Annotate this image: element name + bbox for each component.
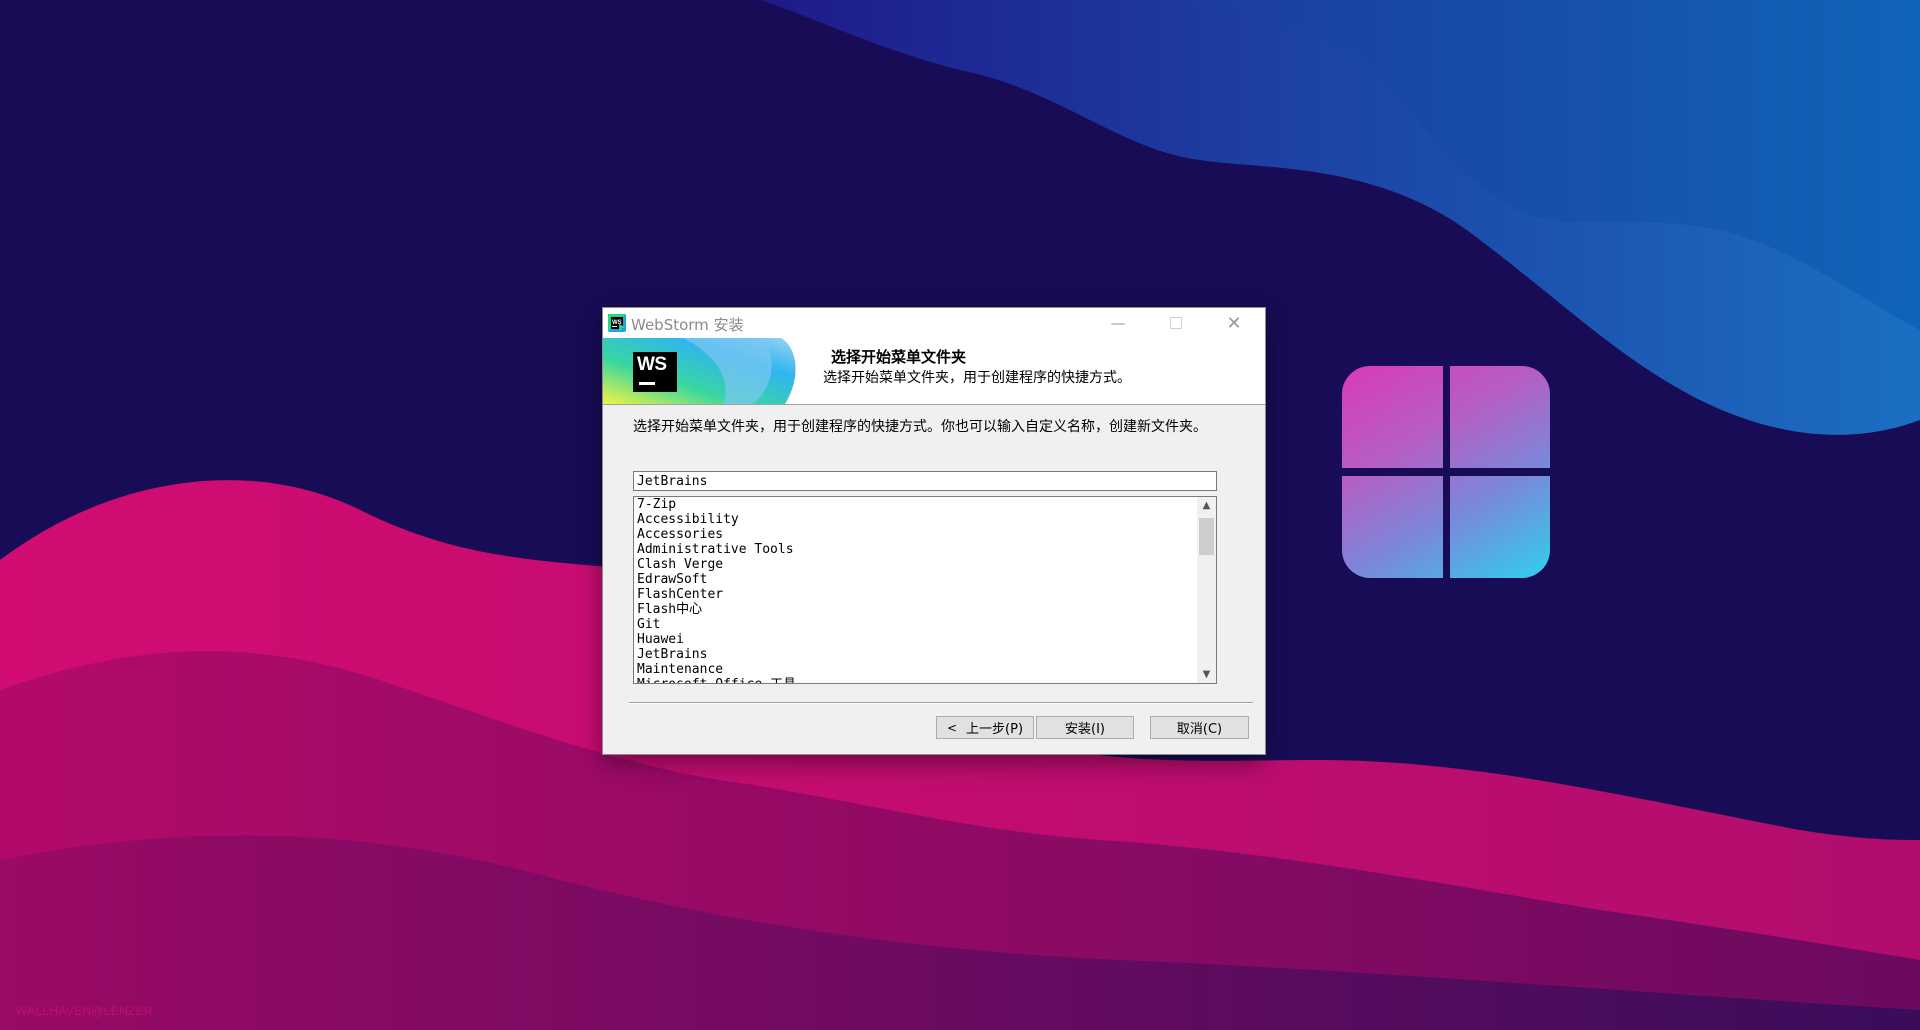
- folder-list-item[interactable]: Microsoft Office 工具: [637, 677, 1196, 683]
- scroll-down-button[interactable]: ▼: [1197, 666, 1216, 683]
- window-title: WebStorm 安装: [631, 316, 744, 334]
- chevron-down-icon: ▼: [1202, 669, 1211, 680]
- wizard-content: 选择开始菜单文件夹，用于创建程序的快捷方式。你也可以输入自定义名称，创建新文件夹…: [603, 404, 1265, 754]
- installer-window: WS WebStorm 安装 — ✕ WS 选择开始菜单文件夹 选择开始菜单文件…: [603, 308, 1265, 754]
- close-icon: ✕: [1226, 312, 1242, 334]
- cancel-button[interactable]: 取消(C): [1150, 716, 1249, 739]
- instruction-text: 选择开始菜单文件夹，用于创建程序的快捷方式。你也可以输入自定义名称，创建新文件夹…: [633, 419, 1207, 435]
- folder-list-item[interactable]: Clash Verge: [637, 557, 1196, 572]
- minimize-button[interactable]: —: [1089, 308, 1147, 338]
- folder-list-item[interactable]: Accessories: [637, 527, 1196, 542]
- install-button-label: 安装(I): [1065, 722, 1105, 737]
- chevron-left-icon: <: [946, 720, 958, 735]
- page-subtitle: 选择开始菜单文件夹，用于创建程序的快捷方式。: [823, 370, 1131, 386]
- start-menu-folder-list[interactable]: 7-Zip Accessibility Accessories Administrat…: [633, 496, 1217, 684]
- scroll-up-button[interactable]: ▲: [1197, 497, 1216, 514]
- title-bar[interactable]: WS WebStorm 安装 — ✕: [603, 308, 1265, 338]
- wallpaper-watermark: WALLHAVEN@LENZER: [16, 1004, 154, 1018]
- start-menu-folder-input[interactable]: [633, 471, 1217, 491]
- folder-list-item[interactable]: Maintenance: [637, 662, 1196, 677]
- folder-list-item[interactable]: Administrative Tools: [637, 542, 1196, 557]
- folder-list-item[interactable]: EdrawSoft: [637, 572, 1196, 587]
- scroll-thumb[interactable]: [1199, 518, 1214, 555]
- folder-list-item[interactable]: 7-Zip: [637, 497, 1196, 512]
- webstorm-logo: WS: [633, 352, 677, 392]
- minimize-icon: —: [1110, 314, 1126, 332]
- back-button[interactable]: < 上一步(P): [936, 716, 1034, 739]
- list-scrollbar[interactable]: ▲ ▼: [1197, 497, 1216, 683]
- webstorm-icon: WS: [608, 314, 626, 332]
- install-button[interactable]: 安装(I): [1036, 716, 1134, 739]
- maximize-button[interactable]: [1147, 308, 1205, 338]
- cancel-button-label: 取消(C): [1176, 722, 1223, 737]
- close-button[interactable]: ✕: [1205, 308, 1263, 338]
- folder-list-item[interactable]: Accessibility: [637, 512, 1196, 527]
- folder-list-item[interactable]: Huawei: [637, 632, 1196, 647]
- folder-list-item[interactable]: Git: [637, 617, 1196, 632]
- windows-logo: [1342, 366, 1550, 578]
- folder-list-items: 7-Zip Accessibility Accessories Administrat…: [634, 497, 1196, 683]
- folder-list-item[interactable]: FlashCenter: [637, 587, 1196, 602]
- folder-list-item[interactable]: JetBrains: [637, 647, 1196, 662]
- back-button-label: 上一步(P): [966, 722, 1024, 737]
- page-title: 选择开始菜单文件夹: [831, 348, 967, 366]
- separator-line: [629, 702, 1253, 704]
- wizard-header: WS 选择开始菜单文件夹 选择开始菜单文件夹，用于创建程序的快捷方式。: [603, 338, 1265, 405]
- maximize-icon: [1170, 317, 1182, 329]
- chevron-up-icon: ▲: [1202, 500, 1211, 511]
- folder-list-item[interactable]: Flash中心: [637, 602, 1196, 617]
